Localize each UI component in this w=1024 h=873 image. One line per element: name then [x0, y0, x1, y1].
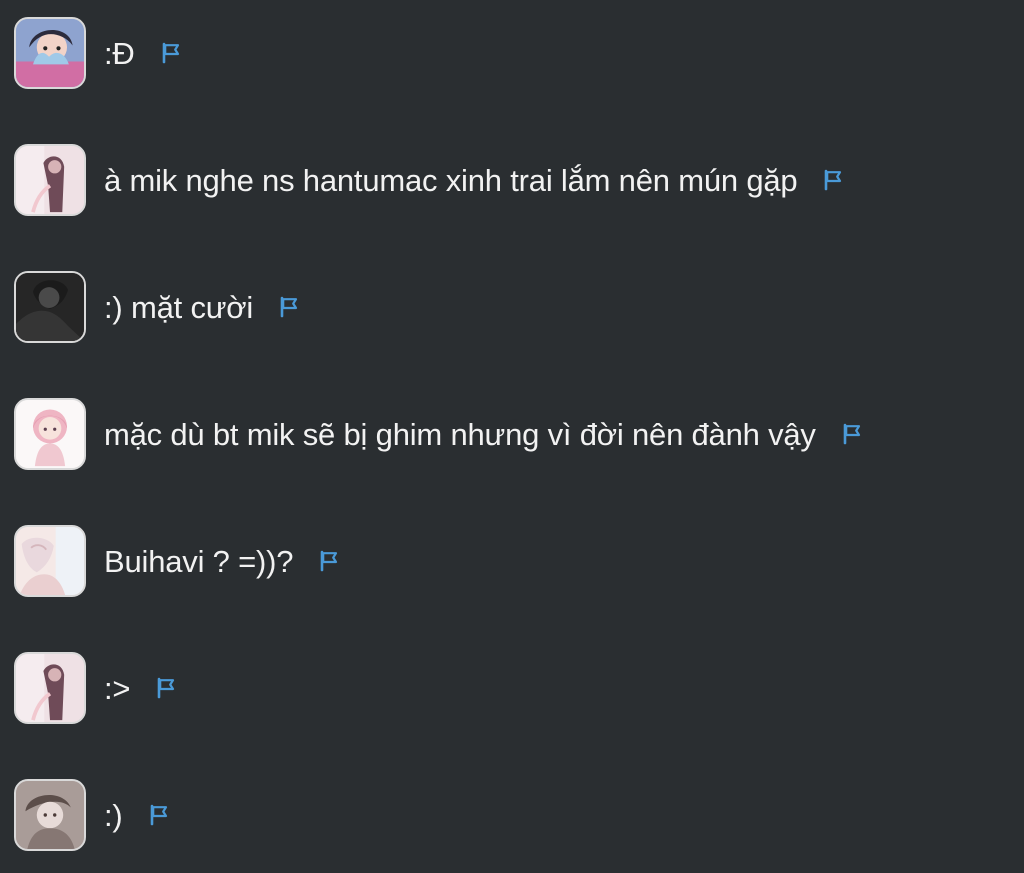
pastel-girl-avatar-image: [16, 527, 84, 595]
message-item: :) mặt cười: [14, 269, 303, 345]
user-avatar[interactable]: [14, 144, 86, 216]
flag-icon: [162, 42, 179, 64]
dark-monochrome-avatar-image: [16, 273, 84, 341]
user-avatar[interactable]: [14, 271, 86, 343]
message-text: :): [104, 797, 123, 833]
chat-message-list: :Đ à mik nghe ns hantumac xinh trai lắm …: [0, 0, 1024, 873]
message-item: mặc dù bt mik sẽ bị ghim nhưng vì đời nê…: [14, 396, 866, 472]
message-item: Buihavi ? =))?: [14, 523, 343, 599]
message-text: :Đ: [104, 35, 135, 71]
user-avatar[interactable]: [14, 652, 86, 724]
message-item: à mik nghe ns hantumac xinh trai lắm nên…: [14, 142, 847, 218]
user-avatar[interactable]: [14, 17, 86, 89]
user-avatar[interactable]: [14, 525, 86, 597]
flag-icon: [843, 423, 860, 445]
flag-icon: [150, 804, 167, 826]
pink-haired-chibi-avatar-image: [16, 400, 84, 468]
message-text: Buihavi ? =))?: [104, 543, 294, 579]
report-flag-button[interactable]: [315, 547, 343, 575]
report-flag-button[interactable]: [838, 420, 866, 448]
message-item: :Đ: [14, 15, 185, 91]
report-flag-button[interactable]: [819, 166, 847, 194]
report-flag-button[interactable]: [152, 674, 180, 702]
user-avatar[interactable]: [14, 398, 86, 470]
message-item: :): [14, 777, 173, 853]
message-text: mặc dù bt mik sẽ bị ghim nhưng vì đời nê…: [104, 416, 816, 452]
message-text: à mik nghe ns hantumac xinh trai lắm nên…: [104, 162, 798, 198]
flag-icon: [825, 169, 842, 191]
flag-icon: [321, 550, 338, 572]
flag-icon: [280, 296, 298, 318]
report-flag-button[interactable]: [275, 293, 303, 321]
message-text: :>: [104, 670, 131, 706]
anime-girl-colorful-avatar-image: [16, 19, 84, 87]
user-avatar[interactable]: [14, 779, 86, 851]
pink-figure-avatar-image: [16, 146, 84, 214]
pink-figure-avatar-image: [16, 654, 84, 722]
sepia-girl-avatar-image: [16, 781, 84, 849]
message-item: :>: [14, 650, 180, 726]
report-flag-button[interactable]: [157, 39, 185, 67]
report-flag-button[interactable]: [145, 801, 173, 829]
message-text: :) mặt cười: [104, 289, 254, 325]
flag-icon: [158, 677, 175, 699]
